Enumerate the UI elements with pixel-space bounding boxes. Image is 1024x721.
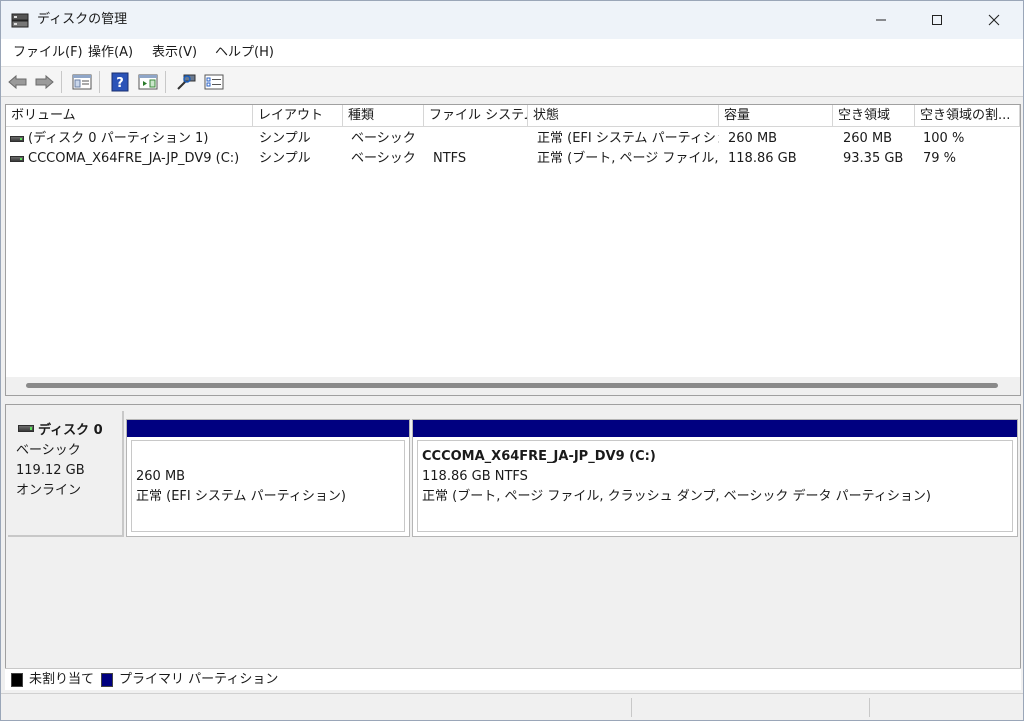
properties-icon: [204, 74, 224, 90]
volume-list-header: ボリューム レイアウト 種類 ファイル システム 状態 容量 空き領域 空き領域…: [6, 105, 1020, 127]
menu-bar: ファイル(F) 操作(A) 表示(V) ヘルプ(H): [1, 39, 1023, 67]
status-bar: [1, 693, 1023, 720]
help-button[interactable]: ?: [109, 71, 131, 93]
partition-size: 260 MB: [136, 469, 186, 484]
partition-details: 260 MB 正常 (EFI システム パーティション): [131, 440, 405, 532]
console-tree-button[interactable]: [71, 71, 93, 93]
column-header-volume[interactable]: ボリューム: [6, 105, 253, 127]
rescan-disks-button[interactable]: [175, 71, 197, 93]
legend-primary-partition: プライマリ パーティション: [119, 672, 279, 687]
minimize-icon: [876, 19, 886, 21]
volume-filesystem: [433, 129, 528, 149]
back-arrow-icon: [8, 74, 27, 90]
partition-status: 正常 (ブート, ページ ファイル, クラッシュ ダンプ, ベーシック データ …: [422, 489, 931, 504]
legend-unallocated: 未割り当て: [29, 672, 95, 687]
back-button[interactable]: [7, 71, 29, 93]
disk-type: ベーシック: [16, 443, 81, 458]
status-separator: [631, 698, 632, 717]
partition-details: CCCOMA_X64FRE_JA-JP_DV9 (C:) 118.86 GB N…: [417, 440, 1013, 532]
disk-state: オンライン: [16, 483, 82, 498]
volume-layout: シンプル: [259, 151, 311, 166]
column-header-layout[interactable]: レイアウト: [253, 105, 343, 127]
column-header-type[interactable]: 種類: [343, 105, 424, 127]
disk-name-text: ディスク 0: [38, 423, 103, 438]
partition-title: CCCOMA_X64FRE_JA-JP_DV9 (C:): [422, 449, 656, 464]
rescan-disks-icon: [177, 74, 196, 90]
legend: 未割り当て プライマリ パーティション: [5, 668, 1021, 690]
properties-button[interactable]: [203, 71, 225, 93]
console-tree-icon: [72, 74, 92, 90]
title-bar[interactable]: ディスクの管理: [1, 1, 1023, 39]
scrollbar-thumb[interactable]: [26, 383, 998, 388]
disk-icon: [18, 425, 34, 432]
volume-type: ベーシック: [351, 151, 416, 166]
volume-free-space: 93.35 GB: [843, 151, 904, 166]
close-button[interactable]: [971, 1, 1017, 39]
volume-status: 正常 (EFI システム パーティショ...: [537, 131, 719, 146]
disk-management-window: ディスクの管理 ファイル(F) 操作(A) 表示(V) ヘルプ(H) ? ボリュ…: [0, 0, 1024, 721]
volume-row[interactable]: (ディスク 0 パーティション 1) シンプル ベーシック 正常 (EFI シス…: [6, 129, 1020, 149]
show-action-pane-icon: [138, 74, 158, 90]
menu-action[interactable]: 操作(A): [88, 45, 133, 61]
volume-icon: [10, 136, 24, 142]
volume-name: CCCOMA_X64FRE_JA-JP_DV9 (C:): [28, 151, 240, 166]
primary-partition-bar: [127, 420, 409, 437]
disk-name: ディスク 0: [16, 421, 122, 441]
primary-partition-swatch: [101, 673, 113, 687]
column-header-status[interactable]: 状態: [528, 105, 719, 127]
horizontal-scrollbar[interactable]: [6, 377, 1020, 395]
show-action-pane-button[interactable]: [137, 71, 159, 93]
menu-help[interactable]: ヘルプ(H): [215, 45, 274, 61]
svg-text:?: ?: [116, 76, 124, 91]
volume-row[interactable]: CCCOMA_X64FRE_JA-JP_DV9 (C:) シンプル ベーシック …: [6, 149, 1020, 169]
window-title: ディスクの管理: [37, 12, 128, 27]
unallocated-swatch: [11, 673, 23, 687]
volume-icon: [10, 156, 24, 162]
partition-c-drive[interactable]: CCCOMA_X64FRE_JA-JP_DV9 (C:) 118.86 GB N…: [412, 419, 1018, 537]
partition-efi[interactable]: 260 MB 正常 (EFI システム パーティション): [126, 419, 410, 537]
volume-free-percent: 100 %: [923, 131, 965, 146]
forward-button[interactable]: [33, 71, 55, 93]
disk-management-app-icon: [11, 13, 29, 28]
volume-layout: シンプル: [259, 131, 311, 146]
status-separator: [869, 698, 870, 717]
volume-capacity: 118.86 GB: [728, 151, 797, 166]
minimize-button[interactable]: [858, 1, 904, 39]
partition-size: 118.86 GB NTFS: [422, 469, 528, 484]
forward-arrow-icon: [35, 74, 54, 90]
volume-name: (ディスク 0 パーティション 1): [28, 131, 209, 146]
menu-view[interactable]: 表示(V): [152, 45, 197, 61]
column-header-free-space[interactable]: 空き領域: [833, 105, 915, 127]
volume-free-percent: 79 %: [923, 151, 957, 166]
volume-filesystem: NTFS: [433, 151, 467, 166]
menu-file[interactable]: ファイル(F): [13, 45, 83, 61]
volume-status: 正常 (ブート, ページ ファイル, ク...: [537, 151, 719, 166]
maximize-icon: [932, 15, 942, 25]
help-icon: ?: [111, 72, 129, 92]
disk-info-box[interactable]: ディスク 0 ベーシック 119.12 GB オンライン: [8, 411, 124, 537]
primary-partition-bar: [413, 420, 1017, 437]
toolbar-separator: [61, 71, 62, 93]
volume-type: ベーシック: [351, 131, 416, 146]
column-header-filesystem[interactable]: ファイル システム: [424, 105, 528, 127]
toolbar: ?: [1, 67, 1023, 97]
volume-list[interactable]: ボリューム レイアウト 種類 ファイル システム 状態 容量 空き領域 空き領域…: [5, 104, 1021, 396]
toolbar-separator: [165, 71, 166, 93]
column-header-free-percent[interactable]: 空き領域の割...: [915, 105, 1020, 127]
disk-size: 119.12 GB: [16, 463, 85, 478]
close-icon: [988, 14, 1000, 26]
disk-graphical-view: ディスク 0 ベーシック 119.12 GB オンライン 260 MB 正常 (…: [5, 404, 1021, 690]
column-header-capacity[interactable]: 容量: [719, 105, 833, 127]
partition-status: 正常 (EFI システム パーティション): [136, 489, 346, 504]
toolbar-separator: [99, 71, 100, 93]
volume-capacity: 260 MB: [728, 131, 778, 146]
maximize-button[interactable]: [914, 1, 960, 39]
volume-free-space: 260 MB: [843, 131, 893, 146]
partition-title: [136, 447, 404, 467]
